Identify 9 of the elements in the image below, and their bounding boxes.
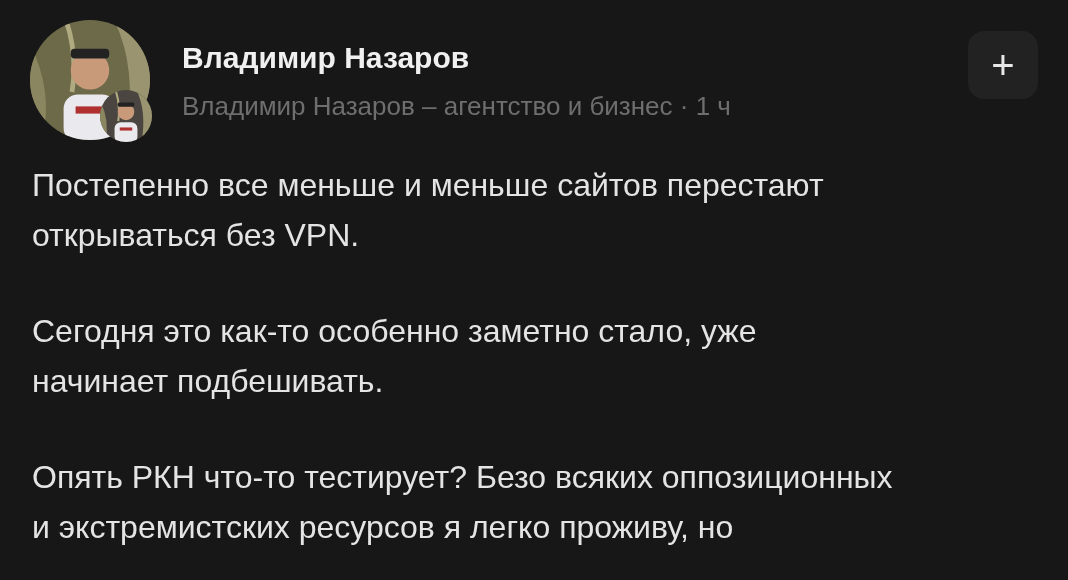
post-source: Владимир Назаров – агентство и бизнес · 1 ч xyxy=(182,90,731,122)
add-button[interactable]: + xyxy=(968,31,1038,99)
post-text-line: начинает подбешивать. xyxy=(32,362,384,401)
post-text-line: Опять РКН что-то тестирует? Безо всяких оппозиционных xyxy=(32,458,893,497)
post-text-line: и экстремистских ресурсов я легко проживу, но xyxy=(32,508,734,547)
post-text-line: Сегодня это как-то особенно заметно стало, уже xyxy=(32,312,757,351)
author-name[interactable]: Владимир Назаров xyxy=(182,40,470,76)
post-text-line: Постепенно все меньше и меньше сайтов перестают xyxy=(32,166,824,205)
post-text-line: открываться без VPN. xyxy=(32,216,360,255)
